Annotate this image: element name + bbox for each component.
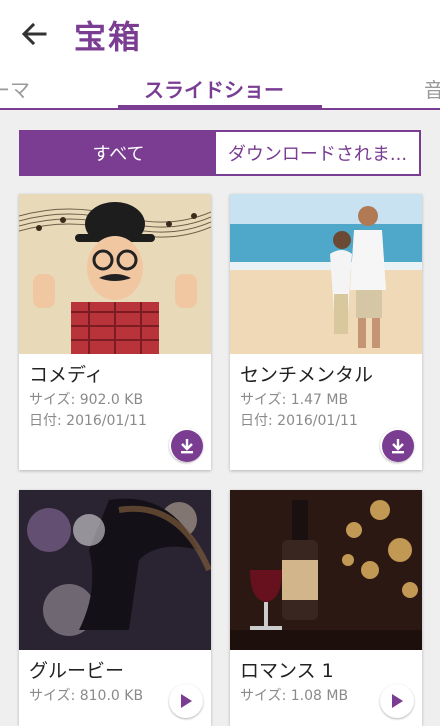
download-icon [392, 439, 404, 454]
play-button[interactable] [169, 684, 203, 718]
card-thumbnail [19, 490, 211, 650]
filter-downloaded-label: ダウンロードされま... [227, 144, 408, 165]
page-title: 宝箱 [74, 18, 143, 56]
card-date: 日付: 2016/01/11 [240, 413, 358, 429]
slideshow-card[interactable]: グルービー サイズ: 810.0 KB [19, 490, 211, 726]
slideshow-card[interactable]: ロマンス 1 サイズ: 1.08 MB [230, 490, 422, 726]
card-size: サイズ: 810.0 KB [29, 688, 144, 704]
tab-slideshow[interactable]: スライドショー [144, 74, 284, 103]
download-icon [181, 439, 193, 454]
card-size: サイズ: 1.08 MB [240, 688, 349, 704]
tab-bar: ーマ スライドショー 音 [0, 66, 440, 110]
play-button[interactable] [380, 684, 414, 718]
active-tab-indicator [118, 105, 322, 108]
play-icon [181, 694, 192, 708]
slideshow-card[interactable]: センチメンタル サイズ: 1.47 MB 日付: 2016/01/11 [230, 194, 422, 470]
card-thumbnail [230, 194, 422, 354]
filter-all-button[interactable]: すべて [21, 132, 216, 174]
tab-music[interactable]: 音 [424, 74, 440, 103]
tab-theme[interactable]: ーマ [0, 74, 30, 103]
card-title: ロマンス 1 [240, 660, 334, 682]
download-button[interactable] [171, 430, 203, 462]
card-title: センチメンタル [240, 364, 374, 386]
card-date: 日付: 2016/01/11 [29, 413, 147, 429]
card-title: コメディ [29, 364, 104, 386]
card-thumbnail [19, 194, 211, 354]
download-button[interactable] [382, 430, 414, 462]
play-icon [392, 694, 403, 708]
slideshow-card[interactable]: コメディ サイズ: 902.0 KB 日付: 2016/01/11 [19, 194, 211, 470]
app-bar: 宝箱 [0, 0, 440, 66]
filter-downloaded-button[interactable]: ダウンロードされま... [216, 132, 419, 174]
card-size: サイズ: 902.0 KB [29, 392, 144, 408]
card-size: サイズ: 1.47 MB [240, 392, 349, 408]
card-thumbnail [230, 490, 422, 650]
filter-segment: すべて ダウンロードされま... [19, 130, 421, 176]
back-arrow-icon [21, 22, 47, 46]
back-button[interactable] [14, 16, 54, 52]
card-title: グルービー [29, 660, 125, 682]
